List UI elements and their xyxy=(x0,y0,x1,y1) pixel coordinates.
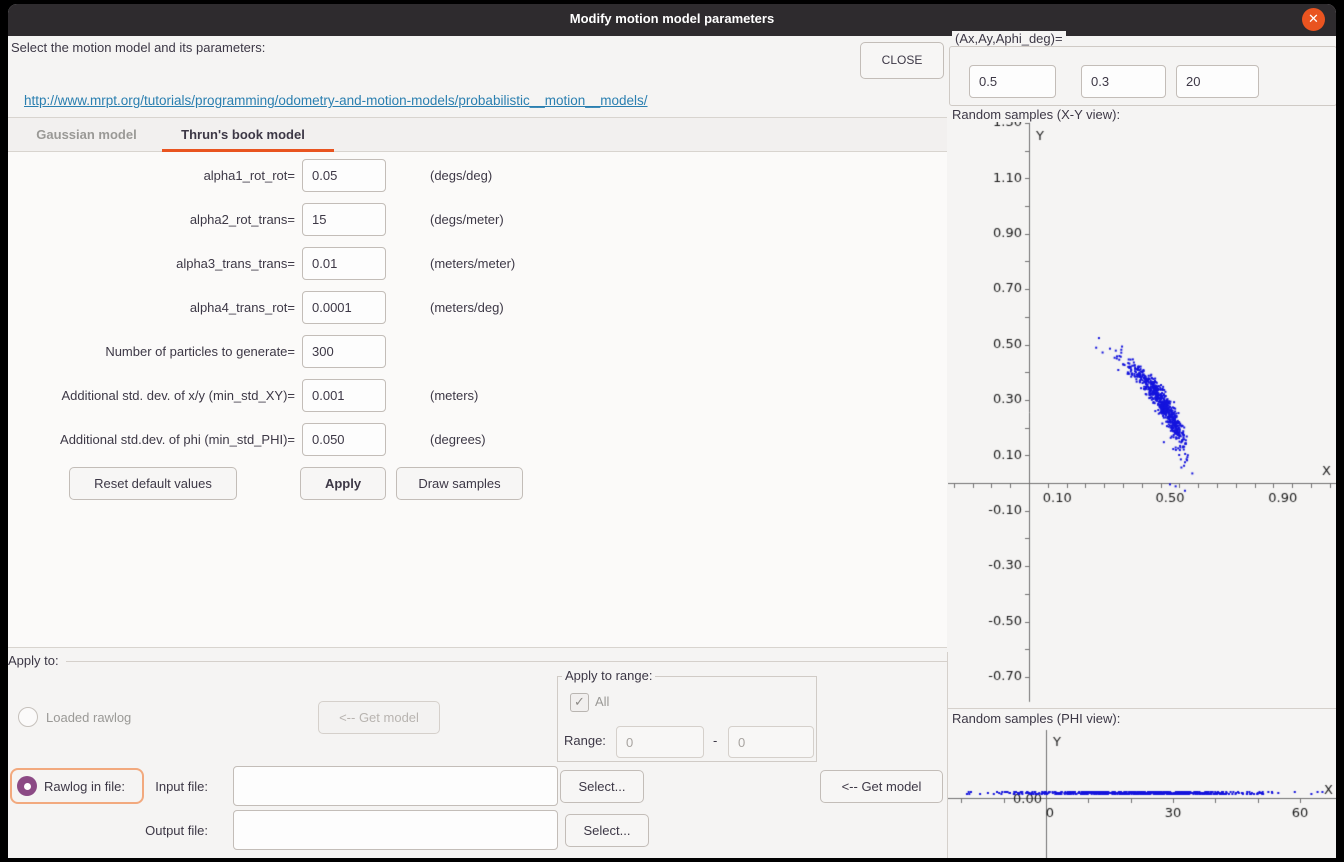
select-output-file-button[interactable]: Select... xyxy=(565,814,649,847)
alpha1-input[interactable] xyxy=(302,159,386,192)
phi-scatter-canvas xyxy=(948,728,1336,858)
alpha2-label: alpha2_rot_trans= xyxy=(8,203,295,236)
close-button[interactable]: CLOSE xyxy=(860,42,944,79)
increments-legend: (Ax,Ay,Aphi_deg)= xyxy=(952,31,1066,46)
apply-to-range-legend: Apply to range: xyxy=(562,668,655,683)
output-file-label: Output file: xyxy=(68,823,208,838)
loaded-rawlog-label: Loaded rawlog xyxy=(46,710,131,725)
min-std-xy-input[interactable] xyxy=(302,379,386,412)
ay-input[interactable] xyxy=(1081,65,1166,98)
alpha2-input[interactable] xyxy=(302,203,386,236)
range-from-input[interactable] xyxy=(616,726,704,758)
check-icon: ✓ xyxy=(574,694,585,709)
phi-view-title: Random samples (PHI view): xyxy=(952,711,1120,726)
get-model-file-button[interactable]: <-- Get model xyxy=(820,770,943,803)
get-model-loaded-button[interactable]: <-- Get model xyxy=(318,701,440,734)
reset-default-values-button[interactable]: Reset default values xyxy=(69,467,237,500)
aphi-input[interactable] xyxy=(1176,65,1259,98)
draw-samples-button[interactable]: Draw samples xyxy=(396,467,523,500)
xy-scatter-canvas xyxy=(948,122,1336,706)
apply-button[interactable]: Apply xyxy=(300,467,386,500)
num-particles-label: Number of particles to generate= xyxy=(8,335,295,368)
loaded-rawlog-radio[interactable] xyxy=(18,707,38,727)
min-std-phi-label: Additional std.dev. of phi (min_std_PHI)… xyxy=(8,423,295,456)
input-file-field[interactable] xyxy=(233,766,558,806)
min-std-xy-label: Additional std. dev. of x/y (min_std_XY)… xyxy=(8,379,295,412)
all-checkbox[interactable]: ✓ xyxy=(570,693,589,712)
alpha2-unit: (degs/meter) xyxy=(430,203,504,236)
all-checkbox-label: All xyxy=(595,694,609,709)
ax-input[interactable] xyxy=(969,65,1056,98)
increments-group: (Ax,Ay,Aphi_deg)= xyxy=(949,46,1336,106)
tab-thruns-book-model[interactable]: Thrun's book model xyxy=(154,118,332,152)
dialog-window: Modify motion model parameters ✕ Select … xyxy=(8,4,1336,858)
tab-gaussian-model[interactable]: Gaussian model xyxy=(20,118,153,152)
tutorial-link[interactable]: http://www.mrpt.org/tutorials/programmin… xyxy=(24,93,648,108)
link-row: http://www.mrpt.org/tutorials/programmin… xyxy=(24,92,648,110)
range-to-input[interactable] xyxy=(728,726,814,758)
alpha4-unit: (meters/deg) xyxy=(430,291,504,324)
alpha3-unit: (meters/meter) xyxy=(430,247,515,280)
alpha1-unit: (degs/deg) xyxy=(430,159,492,192)
apply-to-legend: Apply to: xyxy=(8,653,59,668)
apply-to-frame-line xyxy=(66,661,947,662)
window-close-icon[interactable]: ✕ xyxy=(1302,8,1325,31)
min-std-phi-input[interactable] xyxy=(302,423,386,456)
window-title: Modify motion model parameters xyxy=(8,11,1336,26)
range-dash: - xyxy=(713,733,717,748)
xy-view-title: Random samples (X-Y view): xyxy=(952,107,1120,122)
num-particles-input[interactable] xyxy=(302,335,386,368)
output-file-field[interactable] xyxy=(233,810,558,850)
alpha1-label: alpha1_rot_rot= xyxy=(8,159,295,192)
min-std-xy-unit: (meters) xyxy=(430,379,478,412)
tabbar: Gaussian model Thrun's book model xyxy=(8,117,947,152)
alpha3-input[interactable] xyxy=(302,247,386,280)
radio-dot xyxy=(24,783,31,790)
alpha3-label: alpha3_trans_trans= xyxy=(8,247,295,280)
apply-to-range-group: Apply to range: ✓ All Range: - xyxy=(557,676,817,762)
min-std-phi-unit: (degrees) xyxy=(430,423,486,456)
instruction-label: Select the motion model and its paramete… xyxy=(11,40,265,55)
input-file-label: Input file: xyxy=(68,779,208,794)
titlebar: Modify motion model parameters ✕ xyxy=(8,4,1336,36)
alpha4-label: alpha4_trans_rot= xyxy=(8,291,295,324)
chart-separator xyxy=(948,708,1336,709)
alpha4-input[interactable] xyxy=(302,291,386,324)
range-label: Range: xyxy=(564,733,606,748)
rawlog-in-file-radio[interactable] xyxy=(17,776,37,796)
select-input-file-button[interactable]: Select... xyxy=(560,770,644,803)
